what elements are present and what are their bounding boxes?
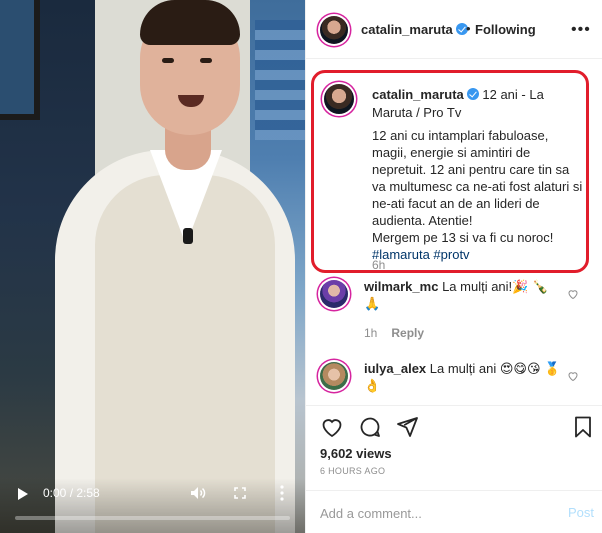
comment-username[interactable]: wilmark_mc bbox=[364, 279, 438, 294]
post-actions bbox=[306, 405, 602, 445]
post-button[interactable]: Post bbox=[568, 505, 594, 520]
post-timestamp[interactable]: 6 HOURS AGO bbox=[320, 466, 385, 476]
comment-body: iulya_alex La mulți ani 😍😋😘 🥇👌 bbox=[364, 360, 564, 394]
play-icon[interactable] bbox=[18, 488, 28, 500]
caption-hashtags[interactable]: #lamaruta #protv bbox=[372, 247, 470, 262]
avatar[interactable] bbox=[320, 16, 348, 44]
caption-text: 12 ani cu intamplari fabuloase, magii, e… bbox=[372, 127, 584, 263]
volume-icon[interactable] bbox=[190, 486, 206, 500]
video-frame-background bbox=[255, 20, 305, 140]
caption-username[interactable]: catalin_maruta bbox=[372, 87, 479, 102]
post-panel: catalin_maruta • Following ••• catalin_m… bbox=[305, 0, 602, 533]
add-comment-bar: Post bbox=[306, 490, 602, 533]
more-options-icon[interactable]: ••• bbox=[571, 21, 591, 39]
share-icon[interactable] bbox=[395, 415, 419, 439]
caption-avatar[interactable] bbox=[324, 84, 354, 114]
comment-like-heart-icon[interactable] bbox=[567, 288, 579, 300]
video-player[interactable]: 0:00 / 2:58 bbox=[0, 0, 305, 533]
caption-header: catalin_maruta 12 ani - La Maruta / Pro … bbox=[372, 86, 584, 122]
video-frame-person bbox=[162, 58, 174, 63]
following-button[interactable]: Following bbox=[475, 22, 536, 37]
comment-username[interactable]: iulya_alex bbox=[364, 361, 426, 376]
video-frame-person bbox=[200, 58, 212, 63]
comment-icon[interactable] bbox=[358, 415, 382, 439]
bookmark-icon[interactable] bbox=[571, 415, 595, 439]
separator-dot: • bbox=[466, 21, 471, 36]
post-header: catalin_maruta • Following ••• bbox=[306, 0, 602, 59]
comment-meta: 1h Reply bbox=[364, 326, 424, 340]
comment-avatar[interactable] bbox=[320, 362, 348, 390]
verified-icon bbox=[466, 88, 479, 100]
username-text[interactable]: catalin_maruta bbox=[372, 87, 464, 102]
comment-body: wilmark_mc La mulți ani!🎉 🍾 🙏 bbox=[364, 278, 564, 312]
caption-highlight: catalin_maruta 12 ani - La Maruta / Pro … bbox=[311, 70, 589, 273]
comment-time[interactable]: 1h bbox=[364, 326, 377, 340]
comment-like-heart-icon[interactable] bbox=[567, 370, 579, 382]
caption-body: 12 ani cu intamplari fabuloase, magii, e… bbox=[372, 128, 583, 245]
more-vertical-icon[interactable] bbox=[280, 485, 284, 501]
views-count[interactable]: 9,602 views bbox=[320, 446, 392, 461]
video-time: 0:00 / 2:58 bbox=[43, 486, 100, 500]
video-frame-background bbox=[0, 0, 40, 120]
comment-avatar[interactable] bbox=[320, 280, 348, 308]
video-progress-bar[interactable] bbox=[15, 516, 290, 520]
heart-icon[interactable] bbox=[320, 415, 344, 439]
username-text[interactable]: catalin_maruta bbox=[361, 22, 453, 37]
header-username[interactable]: catalin_maruta bbox=[361, 22, 468, 37]
caption-time[interactable]: 6h bbox=[372, 258, 385, 272]
add-comment-input[interactable] bbox=[320, 503, 550, 523]
reply-button[interactable]: Reply bbox=[391, 326, 424, 340]
fullscreen-icon[interactable] bbox=[234, 487, 246, 499]
video-frame-person bbox=[183, 228, 193, 244]
video-frame-person bbox=[140, 0, 240, 45]
